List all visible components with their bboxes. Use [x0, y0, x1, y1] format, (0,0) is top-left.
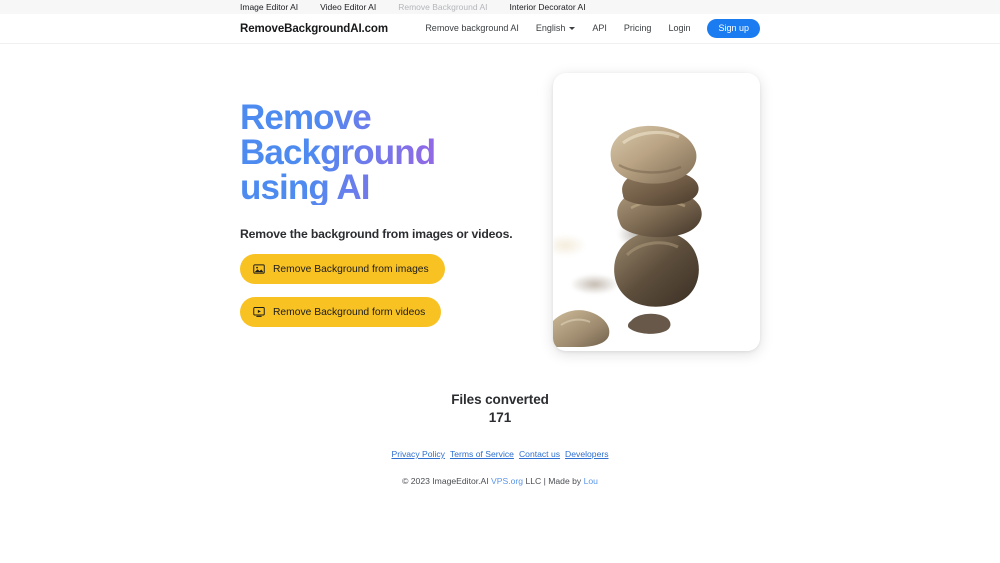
brand-logo[interactable]: RemoveBackgroundAI.com [240, 23, 388, 35]
page-title: Remove Background using AI [240, 100, 528, 205]
site-footer: Privacy Policy Terms of Service Contact … [0, 449, 1000, 486]
remove-background-images-label: Remove Background from images [273, 263, 429, 275]
topbar-link-interior-decorator[interactable]: Interior Decorator AI [510, 3, 586, 12]
hero-section: Remove Background using AI Remove the ba… [0, 44, 1000, 351]
copyright-link-lou[interactable]: Lou [584, 476, 598, 486]
copyright-line: © 2023 ImageEditor.AI VPS.org LLC | Made… [0, 476, 1000, 486]
nav-login[interactable]: Login [668, 24, 690, 33]
topbar-link-remove-background[interactable]: Remove Background AI [398, 3, 487, 12]
image-half-with-background [553, 73, 657, 351]
hero-subtitle: Remove the background from images or vid… [240, 227, 513, 241]
footer-link-terms-of-service[interactable]: Terms of Service [450, 449, 514, 459]
stats-value: 171 [488, 410, 512, 425]
footer-link-developers[interactable]: Developers [565, 449, 608, 459]
hero-cta-videos-row: Remove Background form videos [240, 284, 530, 327]
footer-link-contact-us[interactable]: Contact us [519, 449, 560, 459]
language-label: English [535, 23, 566, 33]
remove-background-images-button[interactable]: Remove Background from images [240, 254, 445, 284]
hero-cta-images-row: Remove Background from images [240, 241, 530, 284]
main-nav: Remove background AI English API Pricing… [425, 19, 760, 38]
stats-label: Files converted [451, 392, 549, 407]
footer-link-privacy-policy[interactable]: Privacy Policy [391, 449, 444, 459]
signup-button[interactable]: Sign up [707, 19, 760, 38]
copyright-text-mid: LLC | Made by [525, 476, 582, 486]
hero-image-column [553, 68, 760, 351]
nav-pricing[interactable]: Pricing [624, 24, 652, 33]
copyright-text: © 2023 ImageEditor.AI [402, 476, 489, 486]
topbar-link-image-editor[interactable]: Image Editor AI [240, 3, 298, 12]
top-utility-links: Image Editor AI Video Editor AI Remove B… [240, 3, 780, 12]
before-after-image-card [553, 73, 760, 351]
topbar-link-video-editor[interactable]: Video Editor AI [320, 3, 376, 12]
video-display-icon [253, 306, 265, 318]
nav-api[interactable]: API [592, 24, 607, 33]
nav-remove-background-ai[interactable]: Remove background AI [425, 24, 519, 33]
nav-language-selector[interactable]: English [536, 24, 576, 33]
photo-background-highlights [553, 73, 657, 351]
site-header: RemoveBackgroundAI.com Remove background… [0, 14, 1000, 44]
hero-text-column: Remove Background using AI Remove the ba… [240, 68, 530, 351]
image-half-background-removed [656, 73, 760, 351]
files-converted-stats: Files converted 171 [0, 392, 1000, 425]
top-utility-bar: Image Editor AI Video Editor AI Remove B… [0, 0, 1000, 14]
remove-background-videos-label: Remove Background form videos [273, 306, 426, 318]
remove-background-videos-button[interactable]: Remove Background form videos [240, 297, 442, 327]
footer-links: Privacy Policy Terms of Service Contact … [0, 449, 1000, 459]
image-icon [253, 263, 265, 275]
copyright-link-vps[interactable]: VPS.org [491, 476, 523, 486]
chevron-down-icon [569, 27, 576, 30]
